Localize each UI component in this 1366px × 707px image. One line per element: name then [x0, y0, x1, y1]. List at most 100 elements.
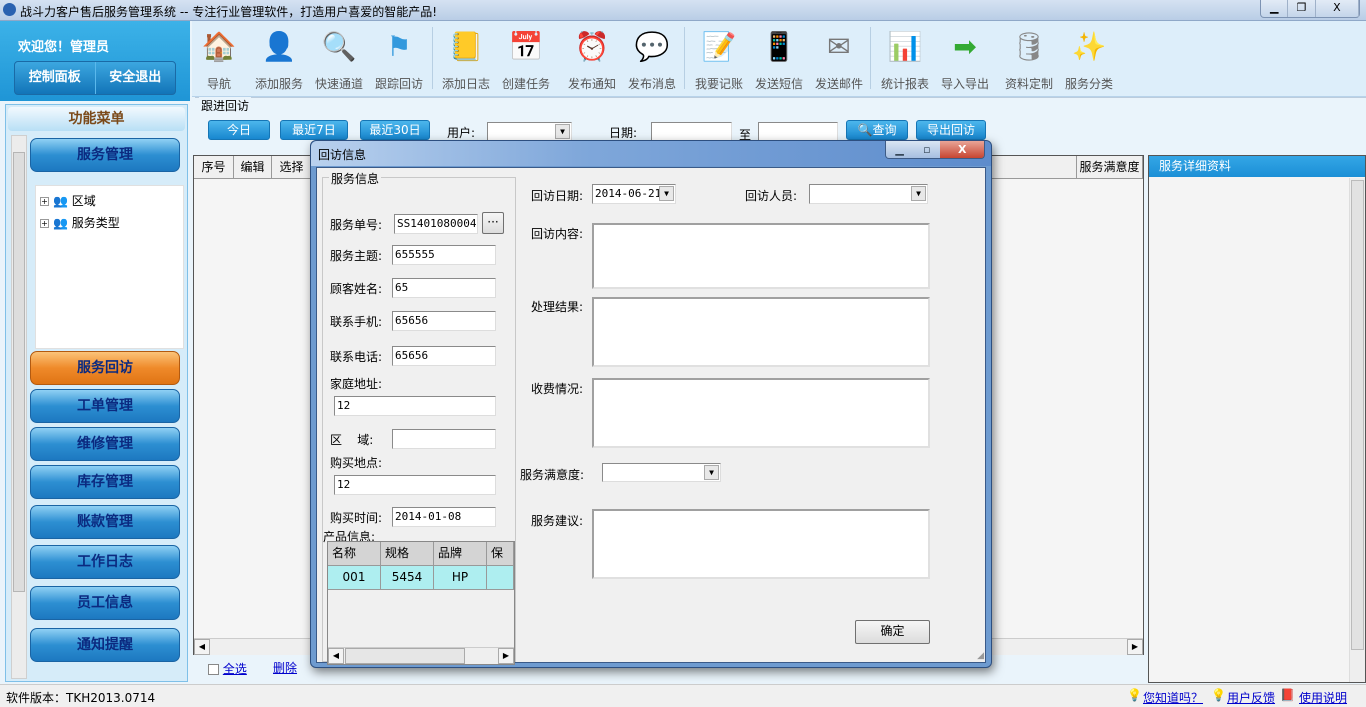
toolbar-button-chart[interactable]: 📊 统计报表	[875, 25, 935, 92]
toolbar-button-search-doc[interactable]: 🔍 快速通道	[309, 25, 369, 92]
user-select[interactable]: ▼	[487, 122, 572, 141]
column-header[interactable]: 编辑	[234, 156, 272, 179]
toolbar-button-envelope[interactable]: ✉ 发送邮件	[809, 25, 869, 92]
alarm-clock-icon: ⏰	[574, 29, 610, 63]
browse-button[interactable]: ···	[482, 212, 504, 234]
menu-service-management[interactable]: 服务管理	[30, 138, 180, 172]
window-title: 战斗力客户售后服务管理系统 -- 专注行业管理软件，打造用户喜爱的智能产品!	[20, 5, 438, 19]
mobile-input[interactable]: 65656	[392, 311, 496, 331]
column-header[interactable]: 品牌	[434, 542, 487, 566]
content-textarea[interactable]	[592, 223, 930, 289]
logout-button[interactable]: 安全退出	[96, 62, 176, 94]
chevron-down-icon: ▼	[555, 124, 570, 139]
status-bar: 软件版本：TKH2013.0714 💡 您知道吗？ 💡 用户反馈 📕 使用说明	[0, 684, 1366, 707]
customer-input[interactable]: 65	[392, 278, 496, 298]
control-panel-button[interactable]: 控制面板	[15, 62, 96, 94]
subject-input[interactable]: 655555	[392, 245, 496, 265]
result-textarea[interactable]	[592, 297, 930, 367]
visit-date-picker[interactable]: 2014-06-21 ▼	[592, 184, 676, 204]
dialog-minimize-button[interactable]: ▁	[886, 141, 914, 158]
suggestion-textarea[interactable]	[592, 509, 930, 579]
phone-input[interactable]: 65656	[392, 346, 496, 366]
help-link[interactable]: 使用说明	[1299, 689, 1347, 706]
date-from-input[interactable]	[651, 122, 732, 141]
table-cell[interactable]: 5454	[381, 566, 434, 590]
today-button[interactable]: 今日	[208, 120, 270, 140]
menu-item[interactable]: 账款管理	[30, 505, 180, 539]
result-label: 处理结果:	[531, 300, 584, 314]
speech-bubble-icon: 💬	[634, 29, 670, 63]
toolbar-button-import-export[interactable]: ➡ 导入导出	[935, 25, 995, 92]
welcome-text: 欢迎您！管理员	[18, 40, 110, 55]
toolbar: 🏠 导航 👤 添加服务 🔍 快速通道 ⚑ 跟踪回访 📒 添加日志 📅 创建任务 ⏰ 发布通知 💬 发布消息 📝 我…	[192, 21, 1366, 97]
menu-item[interactable]: 员工信息	[30, 586, 180, 620]
address-input[interactable]: 12	[334, 396, 496, 416]
search-button[interactable]: 🔍查询	[846, 120, 908, 140]
column-header[interactable]: 保修	[487, 542, 514, 566]
last-30-days-button[interactable]: 最近30日	[360, 120, 430, 140]
column-header[interactable]: 规格	[381, 542, 434, 566]
lightbulb-icon: 💡	[1127, 688, 1142, 702]
version-text: 软件版本：TKH2013.0714	[6, 691, 156, 705]
table-cell[interactable]: HP	[434, 566, 487, 590]
dialog-title-bar[interactable]: 回访信息 ▁ ▫ X	[311, 141, 991, 166]
chart-icon: 📊	[887, 29, 923, 63]
product-hscrollbar[interactable]: ◀ ▶	[328, 647, 514, 664]
tree-item-region[interactable]: + 👥 区域	[40, 192, 96, 209]
dialog-body: 服务信息 服务单号: SS1401080004 ··· 服务主题: 655555…	[316, 167, 986, 665]
toolbar-button-magic-wand[interactable]: ✨ 服务分类	[1059, 25, 1119, 92]
buy-place-input[interactable]: 12	[334, 475, 496, 495]
export-button[interactable]: 导出回访	[916, 120, 986, 140]
menu-item[interactable]: 维修管理	[30, 427, 180, 461]
menu-item[interactable]: 库存管理	[30, 465, 180, 499]
toolbar-button-flag[interactable]: ⚑ 跟踪回访	[369, 25, 429, 92]
toolbar-button-user-add[interactable]: 👤 添加服务	[249, 25, 309, 92]
column-header[interactable]: 名称	[328, 542, 381, 566]
menu-item[interactable]: 服务回访	[30, 351, 180, 385]
visitor-label: 回访人员:	[745, 189, 798, 203]
subject-label: 服务主题:	[330, 249, 383, 263]
minimize-button[interactable]: ▁	[1261, 0, 1289, 17]
close-button[interactable]: X	[1316, 0, 1359, 17]
feedback-link[interactable]: 用户反馈	[1227, 689, 1275, 706]
service-no-label: 服务单号:	[330, 218, 383, 232]
toolbar-button-alarm-clock[interactable]: ⏰ 发布通知	[562, 25, 622, 92]
scroll-thumb[interactable]	[13, 152, 25, 592]
ok-button[interactable]: 确定	[855, 620, 930, 644]
last-7-days-button[interactable]: 最近7日	[280, 120, 348, 140]
maximize-button[interactable]: ❐	[1288, 0, 1316, 17]
toolbar-label: 导航	[206, 77, 231, 91]
buy-time-input[interactable]: 2014-01-08	[392, 507, 496, 527]
toolbar-button-notepad[interactable]: 📒 添加日志	[436, 25, 496, 92]
menu-item[interactable]: 通知提醒	[30, 628, 180, 662]
visitor-select[interactable]: ▼	[809, 184, 928, 204]
menu-scrollbar[interactable]	[11, 135, 27, 679]
toolbar-label: 跟踪回访	[374, 77, 423, 91]
table-cell[interactable]	[487, 566, 514, 590]
satisfaction-select[interactable]: ▼	[602, 463, 721, 482]
region-input[interactable]	[392, 429, 496, 449]
column-header[interactable]: 选择	[272, 156, 312, 179]
fee-textarea[interactable]	[592, 378, 930, 448]
select-all-checkbox[interactable]: 全选	[208, 660, 247, 677]
column-header[interactable]: 服务满意度	[1077, 156, 1143, 179]
delete-link[interactable]: 删除	[273, 659, 297, 676]
tips-link[interactable]: 您知道吗？	[1143, 689, 1203, 706]
toolbar-button-database[interactable]: 🛢 资料定制	[999, 25, 1059, 92]
column-header[interactable]: 序号	[194, 156, 234, 179]
dialog-close-button[interactable]: X	[940, 141, 984, 158]
menu-item[interactable]: 工单管理	[30, 389, 180, 423]
resize-grip-icon[interactable]: ◢	[977, 651, 984, 661]
toolbar-button-speech-bubble[interactable]: 💬 发布消息	[622, 25, 682, 92]
date-to-input[interactable]	[758, 122, 838, 141]
menu-item[interactable]: 工作日志	[30, 545, 180, 579]
service-no-input[interactable]: SS1401080004	[394, 214, 478, 234]
toolbar-button-home[interactable]: 🏠 导航	[189, 25, 249, 92]
detail-scrollbar[interactable]	[1349, 178, 1365, 682]
tree-item-service-type[interactable]: + 👥 服务类型	[40, 214, 120, 231]
toolbar-button-notebook-pen[interactable]: 📝 我要记账	[689, 25, 749, 92]
table-cell[interactable]: 001	[328, 566, 381, 590]
toolbar-button-calendar[interactable]: 📅 创建任务	[496, 25, 556, 92]
dialog-maximize-button[interactable]: ▫	[913, 141, 941, 158]
toolbar-button-phone[interactable]: 📱 发送短信	[749, 25, 809, 92]
